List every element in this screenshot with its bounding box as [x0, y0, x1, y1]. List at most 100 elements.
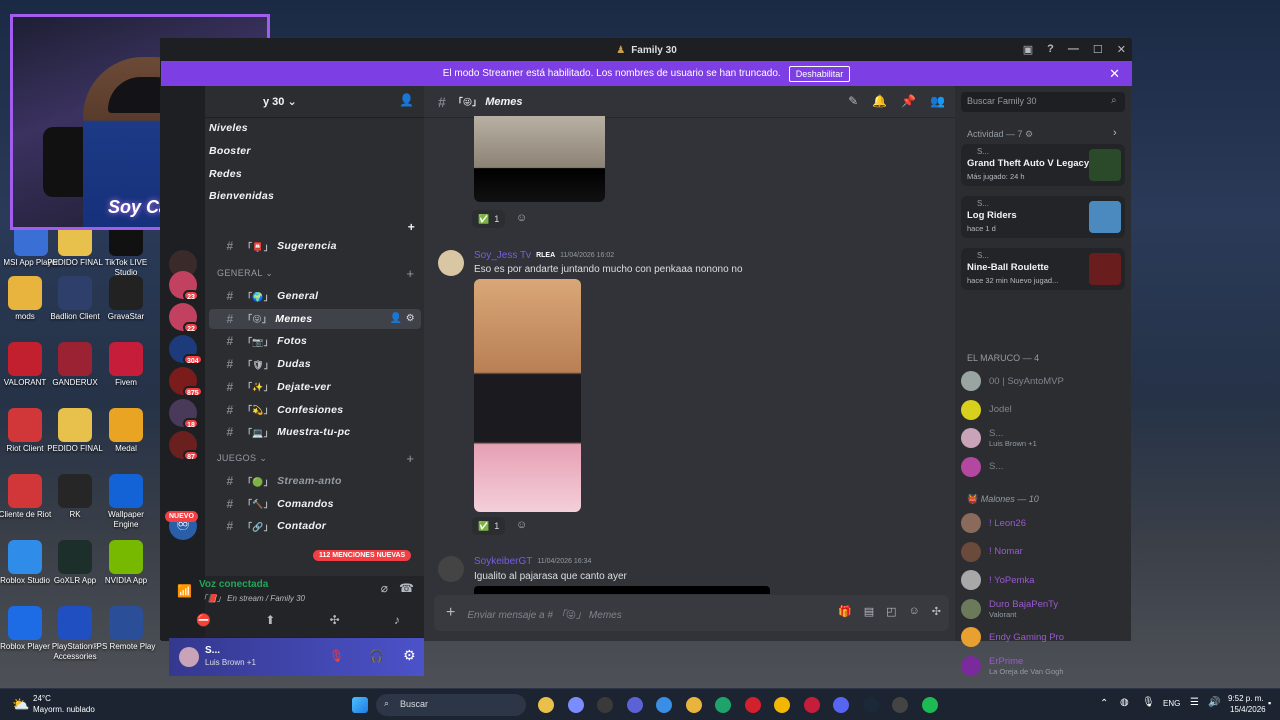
- folder-icon[interactable]: [685, 697, 702, 713]
- reaction[interactable]: ✅ 1: [472, 210, 506, 228]
- teams-icon[interactable]: [626, 697, 643, 713]
- add-channel-icon[interactable]: +: [408, 220, 415, 234]
- add-reaction-icon[interactable]: ☺: [516, 519, 527, 531]
- invite-icon[interactable]: 👤: [399, 93, 414, 107]
- discord-icon[interactable]: [833, 697, 849, 713]
- channel-item[interactable]: # 「📷」 Fotos: [209, 331, 421, 351]
- mute-icon[interactable]: 🎙: [329, 649, 344, 663]
- chevron-right-icon[interactable]: ›: [1113, 127, 1117, 139]
- desktop-icon[interactable]: NVIDIA App: [95, 540, 157, 586]
- member-item[interactable]: Endy Gaming Pro: [961, 626, 1125, 648]
- activities-icon[interactable]: ✣: [330, 613, 340, 627]
- activity-card[interactable]: S... Grand Theft Auto V Legacy Más jugado:…: [961, 144, 1125, 186]
- desktop-icon[interactable]: Fivem: [95, 342, 157, 388]
- gif-icon[interactable]: ▤: [864, 605, 874, 618]
- spotify-icon[interactable]: [921, 697, 938, 713]
- channel-item[interactable]: # 「🛡」 Dudas: [209, 354, 421, 374]
- activity-card[interactable]: S... Nine-Ball Roulette hace 32 min Nuevo …: [961, 248, 1125, 290]
- channel-item[interactable]: Bienvenidas: [209, 186, 421, 206]
- activity-card[interactable]: S... Log Riders hace 1 d: [961, 196, 1125, 238]
- close-button[interactable]: ✕: [1117, 43, 1126, 56]
- add-channel-icon[interactable]: +: [406, 266, 414, 281]
- channel-item[interactable]: # 「😜」 Memes 👤 ⚙: [209, 308, 421, 329]
- opera-icon[interactable]: [744, 697, 761, 713]
- store-icon[interactable]: [656, 697, 672, 713]
- deafen-icon[interactable]: 🎧: [369, 649, 384, 663]
- weather-icon[interactable]: ⛅: [12, 696, 29, 713]
- member-item[interactable]: ! Leon26: [961, 512, 1125, 534]
- channel-item[interactable]: Booster: [209, 141, 421, 161]
- channel-sugerencia[interactable]: # 「📮」 Sugerencia +: [209, 220, 421, 256]
- member-item[interactable]: ! YoPemka: [961, 569, 1125, 591]
- emoji-icon[interactable]: ☺: [909, 605, 920, 618]
- banner-close-icon[interactable]: ✕: [1109, 66, 1120, 82]
- app-icon[interactable]: [803, 697, 820, 713]
- user-name[interactable]: S...: [205, 645, 220, 656]
- channel-item[interactable]: Redes: [209, 164, 421, 184]
- disconnect-icon[interactable]: ☎: [399, 581, 414, 595]
- avatar[interactable]: [438, 250, 464, 276]
- soundboard-icon[interactable]: ♪: [394, 613, 400, 627]
- add-attachment-icon[interactable]: +: [446, 604, 455, 622]
- network-icon[interactable]: ◍: [1120, 697, 1129, 708]
- obs-icon[interactable]: [892, 697, 908, 713]
- member-item[interactable]: 00 | SoyAntoMVP: [961, 370, 1125, 392]
- wifi-icon[interactable]: ☰: [1190, 697, 1199, 708]
- sticker-icon[interactable]: ◰: [886, 605, 896, 618]
- edge-icon[interactable]: [715, 697, 731, 713]
- gift-icon[interactable]: 🎁: [838, 605, 852, 618]
- help-icon[interactable]: ?: [1047, 43, 1054, 56]
- nuevo-pill[interactable]: NUEVO: [165, 511, 198, 522]
- screen-share-icon[interactable]: ⬆: [265, 613, 275, 627]
- notification-icon[interactable]: ▪: [1268, 698, 1271, 708]
- voice-status[interactable]: Voz conectada: [199, 579, 268, 590]
- copilot-icon[interactable]: [567, 697, 584, 713]
- new-mentions-pill[interactable]: 112 MENCIONES NUEVAS: [313, 550, 412, 561]
- clock-time[interactable]: 9:52 p. m.: [1228, 694, 1264, 703]
- clock-date[interactable]: 15/4/2026: [1230, 705, 1266, 714]
- inbox-icon[interactable]: ▣: [1023, 43, 1033, 56]
- channel-item[interactable]: # 「🔨」 Comandos: [209, 494, 421, 514]
- camera-off-icon[interactable]: ⛔: [196, 613, 211, 627]
- volume-icon[interactable]: 🔊: [1208, 697, 1220, 708]
- settings-gear-icon[interactable]: ⚙: [403, 647, 416, 664]
- desktop-icon[interactable]: Wallpaper Engine: [95, 474, 157, 530]
- member-item[interactable]: Jodel: [961, 399, 1125, 421]
- desktop-icon[interactable]: PS Remote Play: [95, 606, 157, 652]
- add-channel-icon[interactable]: +: [406, 451, 414, 466]
- bell-icon[interactable]: 🔔: [872, 94, 887, 108]
- voice-channel[interactable]: 「📕」 En stream / Family 30: [199, 593, 305, 604]
- message-composer[interactable]: + Enviar mensaje a # 「😜」 Memes 🎁 ▤ ◰ ☺ ✣: [434, 595, 949, 631]
- mic-icon[interactable]: 🎙: [1142, 697, 1155, 708]
- member-item[interactable]: S... Luis Brown +1: [961, 427, 1125, 449]
- threads-icon[interactable]: ✎: [848, 94, 858, 108]
- minimize-button[interactable]: —: [1068, 43, 1079, 56]
- avatar[interactable]: [179, 647, 199, 667]
- ai-icon[interactable]: [597, 697, 613, 713]
- start-button[interactable]: [352, 697, 368, 713]
- pin-icon[interactable]: 📌: [901, 94, 916, 108]
- taskbar-search[interactable]: ⌕ Buscar: [376, 694, 526, 716]
- chrome-icon[interactable]: [774, 697, 790, 713]
- maximize-button[interactable]: ☐: [1093, 43, 1103, 56]
- activity-header[interactable]: Actividad — 7 ⚙: [967, 129, 1033, 140]
- channel-settings-icon[interactable]: 👤 ⚙: [390, 313, 415, 324]
- file-explorer-icon[interactable]: [538, 697, 554, 713]
- member-item[interactable]: Duro BajaPenTy Valorant: [961, 598, 1125, 620]
- desktop-icon[interactable]: Medal: [95, 408, 157, 454]
- channel-item[interactable]: # 「🌍」 General: [209, 286, 421, 306]
- member-item[interactable]: ! Nomar: [961, 541, 1125, 563]
- search-icon[interactable]: ⌕: [1111, 95, 1117, 106]
- category-general[interactable]: GENERAL ⌄: [217, 268, 273, 279]
- channel-item[interactable]: Niveles: [209, 118, 421, 138]
- meme-image[interactable]: [474, 279, 581, 512]
- reaction[interactable]: ✅ 1: [472, 517, 506, 535]
- member-list-icon[interactable]: 👥: [930, 94, 945, 108]
- server-header[interactable]: y 30 ⌄ 👤: [205, 86, 424, 118]
- search-input[interactable]: Buscar Family 30: [961, 92, 1125, 112]
- add-reaction-icon[interactable]: ☺: [516, 212, 527, 224]
- language-indicator[interactable]: ENG: [1163, 699, 1180, 708]
- channel-item[interactable]: # 「🔗」 Contador: [209, 516, 421, 536]
- meme-image-top[interactable]: [474, 116, 605, 202]
- channel-item[interactable]: # 「💫」 Confesiones: [209, 400, 421, 420]
